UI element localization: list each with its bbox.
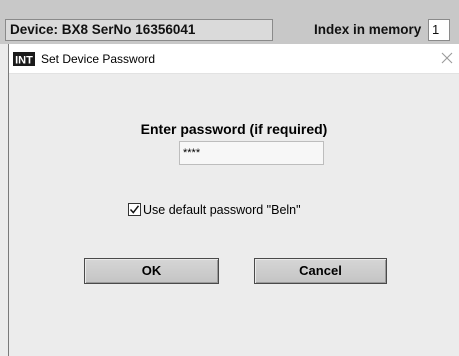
app-logo-text: INT [15,55,33,67]
dialog-titlebar: INT Set Device Password [9,44,459,74]
dialog-title: Set Device Password [41,52,156,66]
index-in-memory-label: Index in memory [314,22,422,37]
cancel-button[interactable]: Cancel [254,258,387,284]
device-label: Device: BX8 SerNo 16356041 [5,19,273,41]
checkmark-icon [129,205,140,214]
app-logo-icon: INT [13,52,35,66]
default-password-checkbox[interactable] [128,203,141,216]
password-field[interactable]: **** [179,141,324,165]
index-in-memory-field[interactable]: 1 [428,19,450,41]
close-icon[interactable] [441,52,453,64]
default-password-label: Use default password "Beln" [143,203,301,217]
app-background: Device: BX8 SerNo 16356041 Index in memo… [0,0,459,44]
ok-button[interactable]: OK [84,258,219,284]
set-password-dialog: INT Set Device Password Enter password (… [8,44,459,356]
password-prompt-heading: Enter password (if required) [140,121,328,137]
